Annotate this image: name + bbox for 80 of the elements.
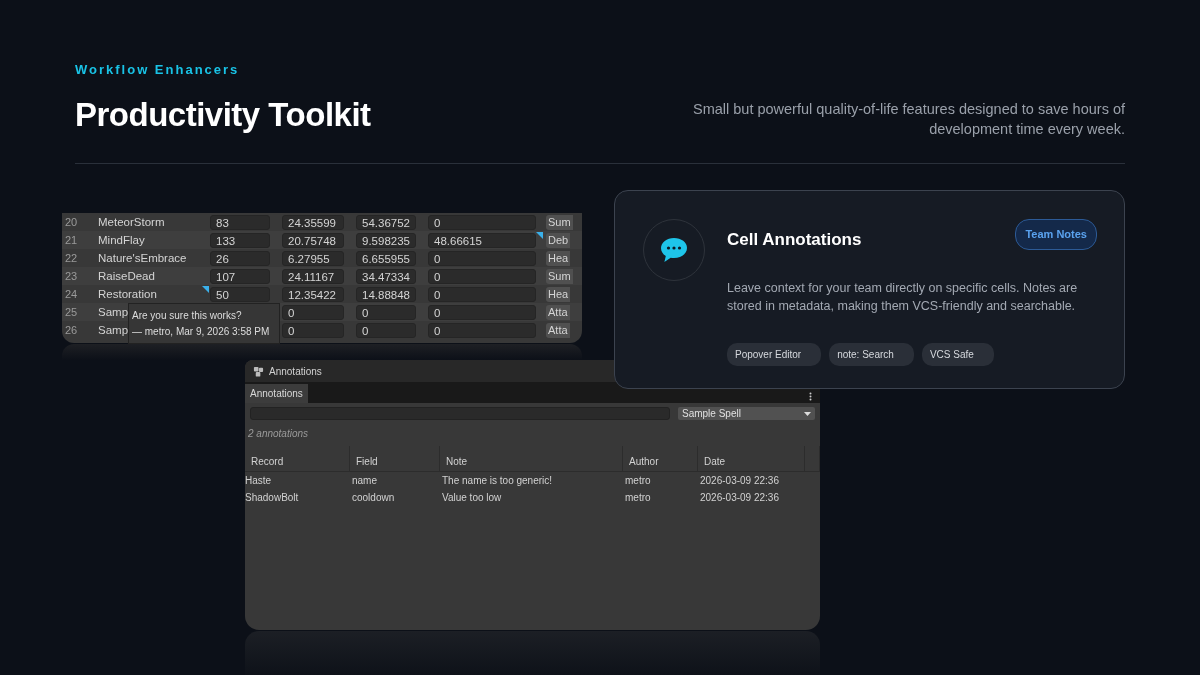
- cell-field[interactable]: 54.36752: [356, 214, 416, 230]
- cell-field[interactable]: 0: [428, 322, 536, 338]
- tab[interactable]: Annotations: [245, 384, 308, 403]
- cell-field[interactable]: 0: [428, 250, 536, 266]
- column-header[interactable]: Date: [698, 446, 805, 472]
- feature-tag: Popover Editor: [727, 342, 822, 366]
- cell-field[interactable]: 0: [356, 304, 416, 320]
- caret-icon: [804, 411, 811, 416]
- row-number: 26: [64, 322, 79, 338]
- table-cell-text: cooldown: [351, 491, 396, 505]
- table-cell-text: ShadowBolt: [245, 491, 300, 505]
- cell-field[interactable]: 34.47334: [356, 268, 416, 284]
- cell-field[interactable]: 0: [356, 322, 416, 338]
- type-tag: Sum: [546, 268, 573, 284]
- more-icon[interactable]: [809, 392, 812, 401]
- table-cell-text: metro: [624, 491, 652, 505]
- type-tag: Hea: [546, 250, 571, 266]
- table-cell-text: metro: [624, 474, 652, 488]
- eyebrow-label: Workflow Enhancers: [75, 61, 241, 79]
- cell-field[interactable]: 133: [210, 232, 270, 248]
- cell-field[interactable]: 0: [428, 304, 536, 320]
- cell-field[interactable]: 0: [282, 304, 344, 320]
- type-tag: Atta: [546, 322, 570, 338]
- cell-field[interactable]: 12.35422: [282, 286, 344, 302]
- page-description: Small but powerful quality-of-life features designed to save hours of development time every week.: [692, 100, 1125, 139]
- column-header[interactable]: Note: [440, 446, 623, 472]
- filter-dropdown[interactable]: Sample Spell: [678, 407, 815, 420]
- cubes-icon: [253, 365, 264, 377]
- type-tag: Hea: [546, 286, 571, 302]
- card-description: Leave context for your team directly on specific cells. Notes are stored in metadata, making them VCS-friendly and searchable.: [727, 279, 1079, 315]
- type-tag: Deb: [546, 232, 571, 248]
- category-badge: Team Notes: [1015, 219, 1097, 250]
- column-header[interactable]: Field: [350, 446, 440, 472]
- cell-field[interactable]: 48.66615: [428, 232, 536, 248]
- cell-field[interactable]: 14.88848: [356, 286, 416, 302]
- window-title: Annotations: [269, 364, 322, 379]
- cell-field[interactable]: 24.11167: [282, 268, 344, 284]
- cell-field[interactable]: 24.35599: [282, 214, 344, 230]
- cell-field[interactable]: 83: [210, 214, 270, 230]
- table-cell-text: The name is too generic!: [441, 474, 554, 488]
- cell-field[interactable]: 50: [210, 286, 270, 302]
- table-cell-text: 2026-03-09 22:36: [699, 474, 780, 488]
- cell-field[interactable]: 0: [282, 322, 344, 338]
- row-number: 24: [64, 286, 79, 302]
- cell-field[interactable]: 9.598235: [356, 232, 416, 248]
- annotation-count: 2 annotations: [247, 427, 310, 441]
- chat-bubble-icon: [660, 237, 688, 263]
- cell-field[interactable]: 0: [428, 286, 536, 302]
- row-number: 20: [64, 214, 79, 230]
- table-cell-text: name: [351, 474, 378, 488]
- cell-field[interactable]: 107: [210, 268, 270, 284]
- table-cell-text: MeteorStorm: [98, 215, 165, 230]
- feature-tag: VCS Safe: [921, 342, 994, 366]
- table-cell-text: MindFlay: [98, 233, 145, 248]
- feature-tag: note: Search: [829, 342, 914, 366]
- table-cell-text: Value too low: [441, 491, 503, 505]
- column-header[interactable]: Record: [245, 446, 350, 472]
- row-number: 25: [64, 304, 79, 320]
- type-tag: Sum: [546, 214, 573, 230]
- cell-field[interactable]: 6.655955: [356, 250, 416, 266]
- cell-field[interactable]: 6.27955: [282, 250, 344, 266]
- table-cell-text: Nature'sEmbrace: [98, 251, 187, 266]
- row-number: 22: [64, 250, 79, 266]
- cell-field[interactable]: 20.75748: [282, 232, 344, 248]
- table-cell-text: RaiseDead: [98, 269, 155, 284]
- cell-field[interactable]: 0: [428, 214, 536, 230]
- tooltip-note: Are you sure this works?: [132, 309, 243, 323]
- dropdown-value: Sample Spell: [682, 407, 741, 421]
- column-header[interactable]: Author: [623, 446, 698, 472]
- page-title: Productivity Toolkit: [75, 94, 371, 135]
- table-cell-text: 2026-03-09 22:36: [699, 491, 780, 505]
- cell-field[interactable]: 0: [428, 268, 536, 284]
- row-number: 23: [64, 268, 79, 284]
- row-number: 21: [64, 232, 79, 248]
- table-cell-text: Restoration: [98, 287, 157, 302]
- table-cell-text: Haste: [245, 474, 273, 488]
- cell-field[interactable]: 26: [210, 250, 270, 266]
- type-tag: Atta: [546, 304, 570, 320]
- tooltip-byline: — metro, Mar 9, 2026 3:58 PM: [132, 325, 271, 339]
- card-title: Cell Annotations: [727, 229, 862, 251]
